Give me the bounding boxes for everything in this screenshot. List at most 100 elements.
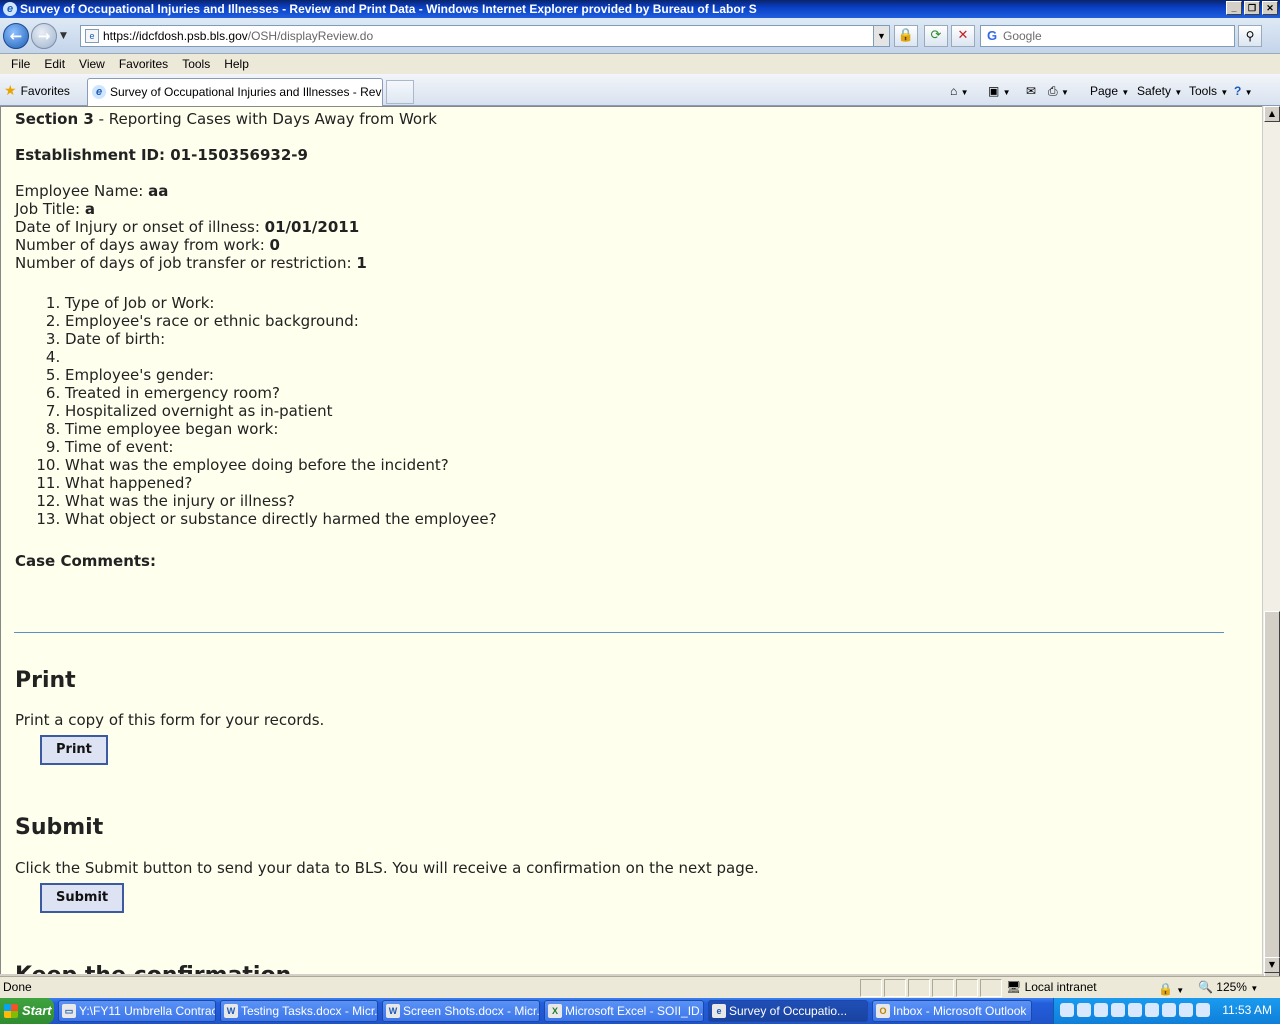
mail-icon[interactable]: ✉ <box>1026 82 1036 100</box>
address-bar[interactable]: e https://idcfdosh.psb.bls.gov/OSH/displ… <box>80 25 890 47</box>
protected-mode-icon[interactable]: 🔒 ▼ <box>1158 980 1184 998</box>
tray-app-icon[interactable] <box>1060 1003 1074 1017</box>
address-dropdown-icon[interactable]: ▼ <box>873 26 889 46</box>
taskbar-item-word-screenshots[interactable]: W Screen Shots.docx - Micr... <box>382 1000 540 1022</box>
start-button[interactable]: Start <box>0 998 54 1024</box>
url-path: /OSH/displayReview.do <box>247 29 374 43</box>
taskbar-item-word-testing[interactable]: W Testing Tasks.docx - Micr... <box>220 1000 378 1022</box>
recent-pages-dropdown-icon[interactable]: ▼ <box>60 31 67 41</box>
field-label: Number of days of job transfer or restri… <box>15 254 357 272</box>
status-cell <box>884 979 906 997</box>
taskbar-item-label: Inbox - Microsoft Outlook <box>893 1004 1027 1018</box>
list-item: Date of birth: <box>65 330 1245 348</box>
navigation-bar: ← → ▼ e https://idcfdosh.psb.bls.gov/OSH… <box>0 18 1280 54</box>
review-form: Section 3 - Reporting Cases with Days Aw… <box>15 110 1245 570</box>
restore-icon[interactable]: ❐ <box>1244 1 1260 15</box>
search-icon[interactable]: ⚲ <box>1238 25 1262 47</box>
taskbar-item-outlook[interactable]: O Inbox - Microsoft Outlook <box>872 1000 1032 1022</box>
establishment-id: Establishment ID: 01-150356932-9 <box>15 146 308 164</box>
favorites-button[interactable]: ★ Favorites <box>4 81 70 99</box>
ie-icon: e <box>712 1004 726 1018</box>
window-title-bar: e Survey of Occupational Injuries and Il… <box>0 0 1280 18</box>
menu-favorites[interactable]: Favorites <box>112 54 175 74</box>
print-button[interactable]: Print <box>40 735 108 765</box>
section-title: - Reporting Cases with Days Away from Wo… <box>93 110 437 128</box>
field-label: Job Title: <box>15 200 85 218</box>
question-list: Type of Job or Work: Employee's race or … <box>15 294 1245 528</box>
help-icon[interactable]: ? ▼ <box>1234 82 1253 100</box>
safety-menu-label: Safety <box>1137 84 1172 98</box>
menu-bar: File Edit View Favorites Tools Help <box>0 54 1280 74</box>
excel-icon: X <box>548 1004 562 1018</box>
lock-icon[interactable]: 🔒 <box>894 25 918 47</box>
forward-button[interactable]: → <box>31 23 57 49</box>
scroll-down-icon[interactable]: ▼ <box>1264 957 1280 973</box>
new-tab-button[interactable] <box>386 80 414 104</box>
search-input[interactable]: G Google <box>980 25 1235 47</box>
close-icon[interactable]: ✕ <box>1262 1 1278 15</box>
tray-app-icon[interactable] <box>1162 1003 1176 1017</box>
outlook-icon: O <box>876 1004 890 1018</box>
taskbar-item-folder[interactable]: ▭ Y:\FY11 Umbrella Contract <box>58 1000 216 1022</box>
list-item: Type of Job or Work: <box>65 294 1245 312</box>
tray-app-icon[interactable] <box>1179 1003 1193 1017</box>
page-icon: e <box>85 29 99 43</box>
tray-app-icon[interactable] <box>1094 1003 1108 1017</box>
list-item: Employee's race or ethnic background: <box>65 312 1245 330</box>
tray-app-icon[interactable] <box>1111 1003 1125 1017</box>
clock[interactable]: 11:53 AM <box>1222 1003 1272 1017</box>
vertical-scrollbar[interactable]: ▲ ▼ <box>1262 106 1280 993</box>
menu-edit[interactable]: Edit <box>37 54 72 74</box>
home-icon[interactable]: ⌂ ▼ <box>950 82 969 100</box>
menu-view[interactable]: View <box>72 54 112 74</box>
stop-icon[interactable]: ✕ <box>951 25 975 47</box>
back-button[interactable]: ← <box>3 23 29 49</box>
field-value: 0 <box>269 236 280 254</box>
submit-button[interactable]: Submit <box>40 883 125 913</box>
section-label: Section 3 <box>15 110 94 128</box>
tab-active[interactable]: e Survey of Occupational Injuries and Il… <box>87 78 383 106</box>
feeds-icon[interactable]: ▣ ▼ <box>988 82 1011 100</box>
minimize-icon[interactable]: _ <box>1226 1 1242 15</box>
zoom-control[interactable]: 🔍 125% ▼ <box>1198 980 1258 994</box>
scroll-up-icon[interactable]: ▲ <box>1264 106 1280 122</box>
tray-app-icon[interactable] <box>1196 1003 1210 1017</box>
field-label: Date of Injury or onset of illness: <box>15 218 265 236</box>
security-zone[interactable]: 🖥 Local intranet <box>1006 980 1097 994</box>
page-menu[interactable]: Page ▼ <box>1090 82 1129 100</box>
menu-help[interactable]: Help <box>217 54 256 74</box>
window-controls: _ ❐ ✕ <box>1226 1 1278 15</box>
taskbar-item-excel[interactable]: X Microsoft Excel - SOII_ID... <box>544 1000 704 1022</box>
search-placeholder: Google <box>1003 29 1042 43</box>
case-comments-label: Case Comments: <box>15 552 156 570</box>
tools-menu[interactable]: Tools ▼ <box>1189 82 1228 100</box>
taskbar-item-label: Screen Shots.docx - Micr... <box>403 1004 540 1018</box>
tray-app-icon[interactable] <box>1077 1003 1091 1017</box>
status-cell <box>980 979 1002 997</box>
system-tray: 11:53 AM <box>1053 998 1280 1024</box>
status-cell <box>956 979 978 997</box>
menu-file[interactable]: File <box>4 54 37 74</box>
window-title: Survey of Occupational Injuries and Illn… <box>20 2 757 16</box>
start-label: Start <box>22 1003 52 1018</box>
tray-icons <box>1060 1003 1210 1017</box>
confirmation-heading: Keep the confirmation <box>15 962 1245 974</box>
field-employee-name: Employee Name: aa <box>15 182 1245 200</box>
safety-menu[interactable]: Safety ▼ <box>1137 82 1182 100</box>
ie-icon: e <box>3 2 17 16</box>
print-instructions: Print a copy of this form for your recor… <box>15 711 325 729</box>
field-label: Number of days away from work: <box>15 236 270 254</box>
divider <box>14 632 1224 633</box>
tab-label: Survey of Occupational Injuries and Illn… <box>110 85 383 99</box>
field-days-restriction: Number of days of job transfer or restri… <box>15 254 1245 272</box>
tray-app-icon[interactable] <box>1128 1003 1142 1017</box>
refresh-icon[interactable]: ⟳ <box>924 25 948 47</box>
print-icon[interactable]: ⎙ ▼ <box>1048 82 1069 100</box>
confirmation-section: Keep the confirmation <box>15 962 1245 974</box>
zone-label: Local intranet <box>1024 980 1097 994</box>
scrollbar-thumb[interactable] <box>1264 611 1280 993</box>
field-label: Employee Name: <box>15 182 149 200</box>
taskbar-item-ie[interactable]: e Survey of Occupatio... <box>708 1000 868 1022</box>
menu-tools[interactable]: Tools <box>175 54 217 74</box>
tray-app-icon[interactable] <box>1145 1003 1159 1017</box>
